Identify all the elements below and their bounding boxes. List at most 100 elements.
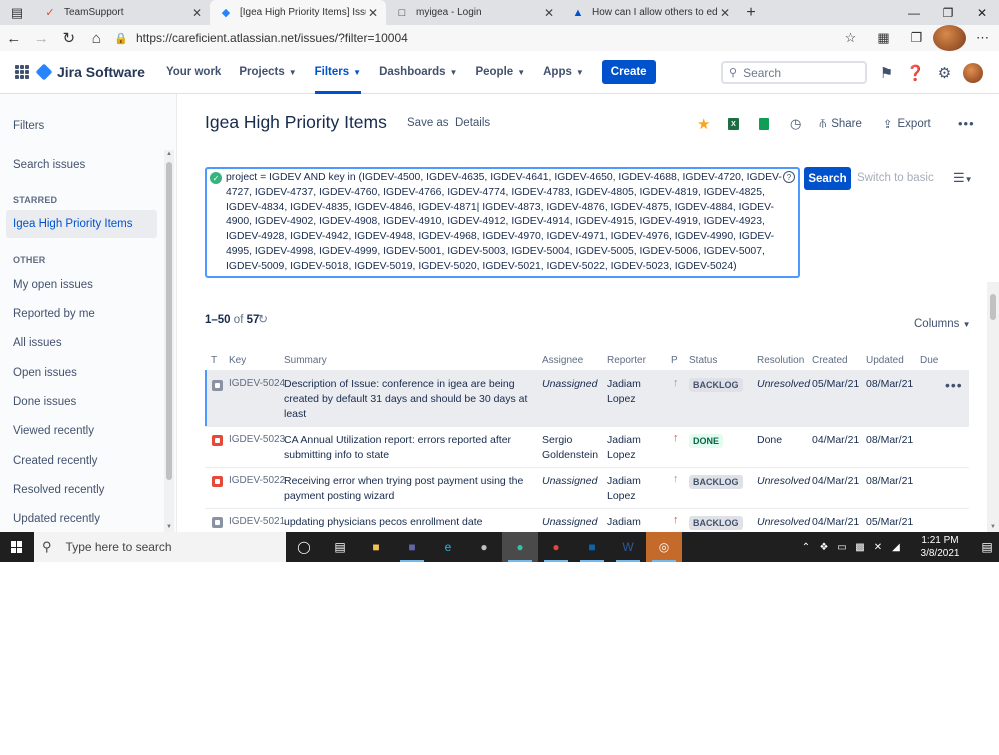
search-button[interactable]: Search [804, 167, 851, 190]
new-tab-icon[interactable]: + [738, 0, 764, 25]
close-icon[interactable]: ✕ [542, 6, 556, 20]
nav-projects[interactable]: Projects ▼ [230, 51, 305, 94]
column-header-assignee[interactable]: Assignee [542, 355, 583, 366]
column-header-due[interactable]: Due [920, 355, 938, 366]
scroll-thumb[interactable] [990, 294, 996, 320]
syntax-help-icon[interactable]: ? [783, 171, 795, 183]
notifications-icon[interactable]: ⚑ [872, 64, 901, 82]
column-header-type[interactable]: T [211, 355, 217, 366]
edge-icon[interactable]: ● [502, 532, 538, 562]
browser-tab-jira[interactable]: ◆ [Igea High Priority Items] Issue n ✕ [210, 0, 386, 25]
scroll-down-icon[interactable]: ▼ [990, 524, 996, 530]
scroll-down-icon[interactable]: ▼ [166, 524, 172, 530]
show-hidden-icons-icon[interactable]: ⌃ [797, 542, 815, 553]
battery-icon[interactable]: ▭ [833, 542, 851, 553]
more-actions-icon[interactable]: ••• [958, 116, 975, 131]
browser-menu-icon[interactable]: ⋯ [966, 25, 999, 51]
sidebar-item-resolved-recently[interactable]: Resolved recently [13, 484, 104, 496]
nav-your-work[interactable]: Your work [157, 51, 230, 94]
scroll-up-icon[interactable]: ▲ [166, 151, 172, 157]
extensions-icon[interactable]: ❐ [900, 25, 933, 51]
sidebar-item-all-issues[interactable]: All issues [13, 337, 62, 349]
window-close-icon[interactable]: ✕ [965, 0, 999, 25]
create-button[interactable]: Create [601, 60, 656, 84]
sidebar-item-created-recently[interactable]: Created recently [13, 455, 97, 467]
internet-explorer-icon[interactable]: e [430, 532, 466, 562]
issue-summary-link[interactable]: Receiving error when trying post payment… [284, 474, 523, 504]
dropbox-icon[interactable]: ❖ [815, 542, 833, 553]
google-sheets-icon[interactable] [759, 118, 769, 130]
save-as-button[interactable]: Save as [407, 117, 449, 129]
list-view-menu-icon[interactable]: ☰▼ [953, 170, 973, 186]
chrome-icon[interactable]: ● [538, 532, 574, 562]
issue-summary-link[interactable]: Description of Issue: conference in igea… [284, 377, 527, 421]
cortana-icon[interactable]: ◯ [286, 532, 322, 562]
export-button[interactable]: ⇪ Export [883, 117, 931, 131]
jira-logo[interactable]: Jira Software [35, 63, 145, 81]
nav-dashboards[interactable]: Dashboards ▼ [370, 51, 466, 94]
column-header-created[interactable]: Created [812, 355, 848, 366]
row-actions-icon[interactable]: ••• [945, 377, 963, 393]
issue-summary-link[interactable]: CA Annual Utilization report: errors rep… [284, 433, 511, 463]
nav-apps[interactable]: Apps ▼ [534, 51, 593, 94]
browser-tab-atlassian[interactable]: ▲ How can I allow others to edit m ✕ [562, 0, 738, 25]
share-button[interactable]: ⫚ Share [819, 118, 862, 131]
issue-key-link[interactable]: IGDEV-5022 [229, 474, 285, 489]
sidebar-item-search-issues[interactable]: Search issues [13, 159, 85, 171]
sidebar-item-reported-by-me[interactable]: Reported by me [13, 308, 95, 320]
excel-export-icon[interactable]: X [728, 118, 739, 130]
file-explorer-icon[interactable]: ■ [358, 532, 394, 562]
subscribe-icon[interactable]: ◷ [790, 116, 801, 132]
close-icon[interactable]: ✕ [190, 6, 204, 20]
windows-start-icon[interactable] [0, 532, 34, 562]
refresh-icon[interactable]: ↻ [258, 312, 268, 326]
close-icon[interactable]: ✕ [718, 6, 732, 20]
columns-button[interactable]: Columns ▼ [914, 318, 971, 330]
teams-icon[interactable]: ■ [394, 532, 430, 562]
sidebar-item-done-issues[interactable]: Done issues [13, 396, 76, 408]
issue-summary-link[interactable]: updating physicians pecos enrollment dat… [284, 515, 482, 530]
jira-search-input[interactable]: ⚲ Search [721, 61, 867, 84]
task-view-icon[interactable]: ▤ [322, 532, 358, 562]
column-header-reporter[interactable]: Reporter [607, 355, 646, 366]
settings-gear-icon[interactable]: ⚙ [930, 64, 959, 82]
word-icon[interactable]: W [610, 532, 646, 562]
url-field[interactable]: 🔒 https://careficient.atlassian.net/issu… [114, 27, 834, 49]
restore-icon[interactable]: ❐ [931, 0, 965, 25]
favorites-icon[interactable]: ☆ [834, 25, 867, 51]
snipping-tool-icon[interactable]: ◎ [646, 532, 682, 562]
main-scrollbar[interactable]: ▼ [987, 282, 999, 532]
forward-icon[interactable]: → [28, 25, 56, 51]
sidebar-item-updated-recently[interactable]: Updated recently [13, 513, 100, 525]
issue-key-link[interactable]: IGDEV-5023 [229, 433, 285, 448]
column-header-updated[interactable]: Updated [866, 355, 904, 366]
issue-key-link[interactable]: IGDEV-5024 [229, 377, 285, 392]
volume-mute-icon[interactable]: ✕ [869, 542, 887, 553]
browser-tab-teamsupport[interactable]: ✓ TeamSupport ✕ [34, 0, 210, 25]
sidebar-scrollbar[interactable]: ▲ ▼ [164, 150, 174, 532]
switch-to-basic-link[interactable]: Switch to basic [857, 172, 934, 184]
notifications-center-icon[interactable]: ▤ [975, 540, 999, 554]
nav-people[interactable]: People ▼ [466, 51, 534, 94]
back-icon[interactable]: ← [0, 25, 28, 51]
collections-icon[interactable]: ▦ [867, 25, 900, 51]
profile-icon[interactable] [933, 25, 966, 51]
scroll-thumb[interactable] [166, 162, 172, 480]
minimize-icon[interactable]: — [897, 0, 931, 25]
network-icon[interactable]: ▩ [851, 542, 869, 553]
browser-tab-myigea[interactable]: □ myigea - Login ✕ [386, 0, 562, 25]
column-header-priority[interactable]: P [671, 355, 678, 366]
sidebar-item-viewed-recently[interactable]: Viewed recently [13, 425, 94, 437]
tab-actions-icon[interactable]: ▤ [0, 0, 34, 25]
sidebar-item-open-issues[interactable]: Open issues [13, 367, 77, 379]
wifi-icon[interactable]: ◢ [887, 542, 905, 553]
nav-filters[interactable]: Filters ▼ [306, 51, 370, 94]
close-icon[interactable]: ✕ [366, 6, 380, 20]
taskbar-clock[interactable]: 1:21 PM 3/8/2021 [905, 534, 975, 560]
reload-icon[interactable]: ↻ [55, 25, 83, 51]
help-icon[interactable]: ❓ [901, 64, 930, 82]
details-button[interactable]: Details [455, 117, 490, 129]
outlook-icon[interactable]: ■ [574, 532, 610, 562]
app-switcher-icon[interactable] [15, 65, 29, 79]
app-icon[interactable]: ● [466, 532, 502, 562]
